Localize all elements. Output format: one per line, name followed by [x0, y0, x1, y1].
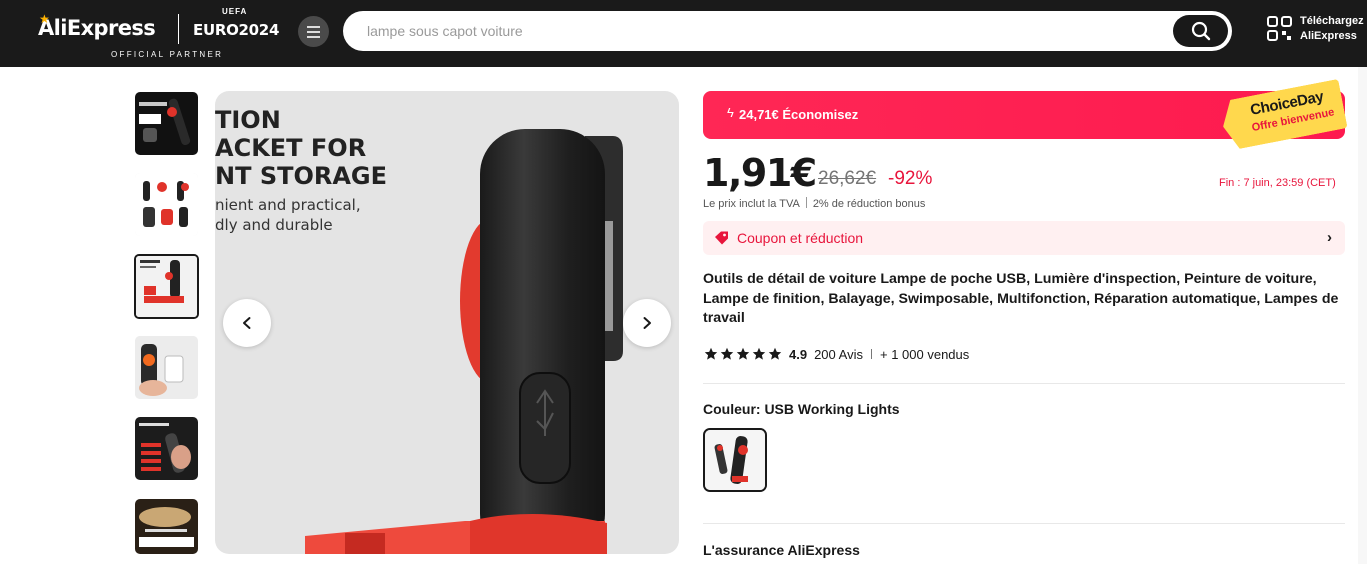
product-title: Outils de détail de voiture Lampe de poc… — [703, 271, 1339, 326]
bonus-note: 2% de réduction bonus — [812, 198, 926, 210]
download-app-link[interactable]: Téléchargez AliExpress — [1300, 14, 1364, 44]
color-label: Couleur: USB Working Lights — [703, 401, 900, 417]
rating-row: 4.9 200 Avis + 1 000 vendus — [704, 346, 969, 362]
uefa-label: UEFA — [222, 7, 248, 16]
choice-day-badge: ChoiceDay Offre bienvenue — [1218, 79, 1347, 151]
thumbnail-image — [135, 336, 198, 399]
prev-image-button[interactable] — [223, 299, 271, 347]
chevron-left-icon — [243, 317, 251, 329]
star-icon — [720, 347, 734, 360]
price-notes: Le prix inclut la TVA 2% de réduction bon… — [703, 197, 925, 210]
promo-end-time: Fin : 7 juin, 23:59 (CET) — [1219, 177, 1336, 189]
assurance-heading: L'assurance AliExpress — [703, 542, 860, 558]
divider — [703, 383, 1345, 384]
thumbnail-2[interactable] — [135, 173, 198, 236]
savings-amount: 24,71€ Économisez — [739, 107, 859, 122]
hamburger-icon — [307, 25, 320, 28]
main-product-image[interactable]: TION ACKET FOR NT STORAGE nient and prac… — [215, 91, 679, 554]
thumbnail-image — [135, 499, 198, 554]
thumbnail-3[interactable] — [134, 254, 199, 319]
search-icon — [1191, 21, 1210, 41]
top-header: ★ AliExpress UEFA EURO2024 OFFICIAL PART… — [0, 0, 1367, 67]
reviews-link[interactable]: 200 Avis — [814, 347, 863, 362]
chevron-right-icon: › — [1327, 229, 1332, 246]
thumbnail-4[interactable] — [135, 336, 198, 399]
thumbnail-image — [136, 256, 197, 317]
next-image-button[interactable] — [623, 299, 671, 347]
original-price: 26,62€ — [818, 168, 877, 189]
star-rating — [704, 347, 782, 361]
tag-icon — [715, 231, 728, 245]
page-scrollbar[interactable] — [1358, 67, 1367, 564]
search-bar — [343, 11, 1232, 51]
thumbnail-image — [135, 417, 198, 480]
divider — [703, 523, 1345, 524]
work-light-photo — [305, 129, 623, 554]
official-partner-label: OFFICIAL PARTNER — [111, 50, 224, 59]
star-icon — [704, 347, 718, 360]
search-input[interactable] — [367, 21, 1147, 41]
discount-percent: -92% — [888, 168, 933, 189]
current-price: 1,91€ — [703, 151, 817, 195]
rating-score: 4.9 — [789, 346, 808, 362]
aliexpress-logo[interactable]: ★ AliExpress — [38, 12, 156, 40]
star-icon — [752, 347, 766, 360]
lightning-icon: ϟ — [727, 105, 734, 120]
coupon-row[interactable]: Coupon et réduction › — [703, 221, 1345, 255]
logo-star-icon: ★ — [39, 12, 50, 26]
menu-button[interactable] — [298, 16, 329, 47]
vat-note: Le prix inclut la TVA — [703, 198, 800, 210]
color-swatch-image — [705, 430, 765, 490]
qr-code-icon[interactable] — [1267, 16, 1292, 41]
star-icon — [736, 347, 750, 360]
coupon-label: Coupon et réduction — [737, 230, 864, 246]
thumbnail-5[interactable] — [135, 417, 198, 480]
thumbnail-image — [135, 92, 198, 155]
thumbnail-6[interactable] — [135, 499, 198, 554]
thumbnail-image — [135, 173, 198, 236]
chevron-right-icon — [643, 317, 651, 329]
thumbnail-1[interactable] — [135, 92, 198, 155]
logo-divider — [178, 14, 179, 44]
star-icon — [768, 347, 782, 360]
euro2024-logo: EURO2024 — [193, 21, 280, 39]
color-option-usb-working-lights[interactable] — [703, 428, 767, 492]
search-button[interactable] — [1173, 15, 1228, 47]
sold-count: + 1 000 vendus — [880, 346, 970, 362]
